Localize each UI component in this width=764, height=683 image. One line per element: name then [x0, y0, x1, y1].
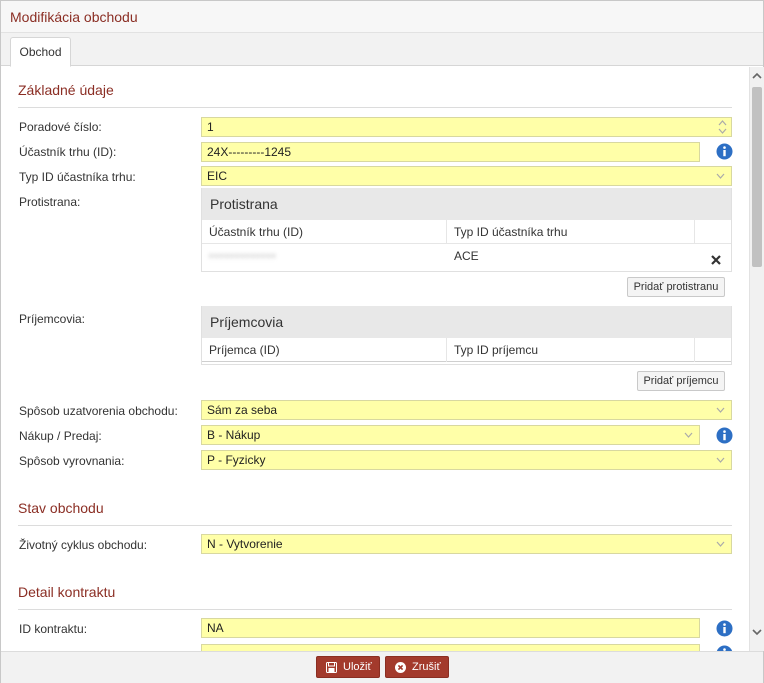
modify-trade-dialog: Modifikácia obchodu Obchod Základné údaj… — [0, 0, 764, 683]
column-header: Typ ID príjemcu — [447, 338, 695, 362]
info-icon[interactable] — [716, 143, 733, 160]
scroll-down-icon[interactable] — [750, 625, 764, 639]
prijemcovia-panel-title: Príjemcovia — [202, 306, 731, 338]
section-title-state: Stav obchodu — [18, 500, 104, 516]
tabs-strip: Obchod — [1, 33, 763, 67]
chevron-down-icon — [716, 401, 725, 426]
save-icon — [326, 662, 337, 673]
label-zivotny-cyklus: Životný cyklus obchodu: — [19, 538, 148, 552]
info-icon[interactable] — [716, 427, 733, 444]
redacted-ucastnik-id: ••••••••••••• — [209, 249, 277, 263]
chevron-down-icon — [716, 535, 725, 560]
prijemcovia-panel: Príjemcovia Príjemca (ID) Typ ID príjemc… — [201, 306, 732, 365]
sposob-vyrovnania-value: P - Fyzicky — [207, 453, 266, 467]
ucastnik-trhu-input[interactable]: 24X---------1245 — [201, 142, 700, 162]
label-poradove-cislo: Poradové číslo: — [19, 120, 102, 134]
column-header: Typ ID účastníka trhu — [447, 220, 695, 244]
dialog-title: Modifikácia obchodu — [10, 9, 138, 25]
scroll-up-icon[interactable] — [750, 69, 764, 83]
nakup-predaj-select[interactable]: B - Nákup — [201, 425, 700, 445]
label-prijemcovia: Príjemcovia: — [19, 312, 86, 326]
sposob-uzatvorenia-value: Sám za seba — [207, 403, 278, 417]
delete-x-icon[interactable] — [710, 250, 722, 265]
add-protistrana-button[interactable]: Pridať protistranu — [627, 277, 725, 297]
label-id-kontraktu: ID kontraktu: — [19, 622, 88, 636]
column-header: Účastník trhu (ID) — [202, 220, 447, 244]
protistrana-panel: Protistrana Účastník trhu (ID) Typ ID úč… — [201, 188, 732, 272]
protistrana-panel-title: Protistrana — [202, 188, 731, 220]
poradove-cislo-value: 1 — [207, 120, 214, 134]
ucastnik-trhu-value: 24X---------1245 — [207, 145, 292, 159]
section-title-detail: Detail kontraktu — [18, 584, 116, 600]
spinner-icon[interactable] — [718, 119, 727, 135]
cancel-icon — [395, 662, 406, 673]
sposob-uzatvorenia-select[interactable]: Sám za seba — [201, 400, 732, 420]
nakup-predaj-value: B - Nákup — [207, 428, 261, 442]
label-sposob-uzatvorenia: Spôsob uzatvorenia obchodu: — [19, 404, 178, 418]
table-row: ••••••••••••• ACE — [202, 244, 731, 268]
cancel-button[interactable]: Zrušiť — [385, 656, 449, 678]
column-header: Príjemca (ID) — [202, 338, 447, 362]
prijemcovia-header-row: Príjemca (ID) Typ ID príjemcu — [202, 338, 731, 362]
cancel-button-label: Zrušiť — [412, 661, 441, 673]
add-prijemca-button[interactable]: Pridať príjemcu — [637, 371, 725, 391]
chevron-down-icon — [684, 426, 693, 451]
zivotny-cyklus-value: N - Vytvorenie — [207, 537, 283, 551]
vertical-scrollbar[interactable] — [749, 67, 764, 651]
scrollbar-thumb[interactable] — [752, 87, 762, 267]
zivotny-cyklus-select[interactable]: N - Vytvorenie — [201, 534, 732, 554]
dialog-titlebar: Modifikácia obchodu — [1, 1, 763, 33]
label-nakup-predaj: Nákup / Predaj: — [19, 429, 102, 443]
chevron-down-icon — [716, 451, 725, 476]
info-icon[interactable] — [716, 620, 733, 637]
typ-id-cell: ACE — [454, 249, 479, 263]
typ-id-ucastnika-select[interactable]: EIC — [201, 166, 732, 186]
section-divider — [18, 107, 732, 108]
sposob-vyrovnania-select[interactable]: P - Fyzicky — [201, 450, 732, 470]
section-title-basic: Základné údaje — [18, 82, 114, 98]
form-content: Základné údaje Poradové číslo: 1 Účastní… — [1, 67, 749, 651]
partial-date-input[interactable] — [201, 644, 700, 651]
tab-obchod[interactable]: Obchod — [10, 37, 71, 67]
poradove-cislo-input[interactable]: 1 — [201, 117, 732, 137]
save-button[interactable]: Uložiť — [316, 656, 380, 678]
label-ucastnik-trhu: Účastník trhu (ID): — [19, 145, 117, 159]
section-divider — [18, 609, 732, 610]
label-protistrana: Protistrana: — [19, 195, 81, 209]
label-typ-id-ucastnika: Typ ID účastníka trhu: — [19, 170, 136, 184]
section-divider — [18, 525, 732, 526]
id-kontraktu-value: NA — [207, 621, 224, 635]
save-button-label: Uložiť — [343, 661, 372, 673]
dialog-footer: Uložiť Zrušiť — [1, 651, 763, 683]
label-sposob-vyrovnania: Spôsob vyrovnania: — [19, 454, 125, 468]
protistrana-header-row: Účastník trhu (ID) Typ ID účastníka trhu — [202, 220, 731, 244]
typ-id-ucastnika-value: EIC — [207, 169, 228, 183]
id-kontraktu-input[interactable]: NA — [201, 618, 700, 638]
